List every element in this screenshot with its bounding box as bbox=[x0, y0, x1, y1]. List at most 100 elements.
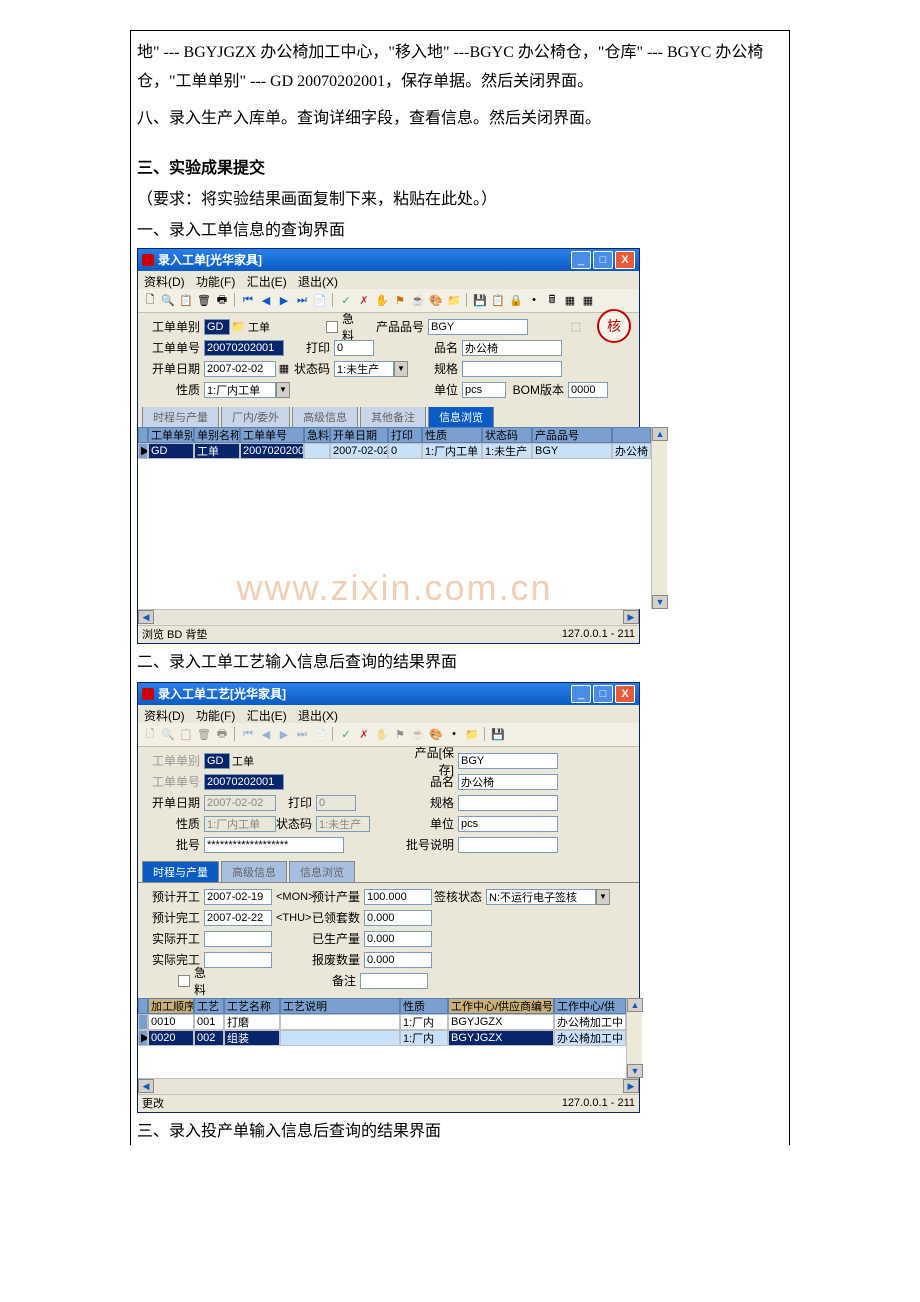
input-yjcl[interactable]: 100.000 bbox=[364, 889, 432, 905]
col-dbmc[interactable]: 单别名称 bbox=[194, 427, 240, 443]
save-icon[interactable]: 💾 bbox=[490, 726, 506, 742]
col-jgsx[interactable]: 加工顺序 bbox=[148, 998, 194, 1014]
input-bfsl[interactable]: 0.000 bbox=[364, 952, 432, 968]
input-ztm[interactable]: 1:未生产 bbox=[334, 361, 394, 377]
list-icon[interactable]: 📋 bbox=[490, 292, 506, 308]
maximize-button[interactable]: □ bbox=[593, 251, 613, 269]
input-yjwg[interactable]: 2007-02-22 bbox=[204, 910, 272, 926]
input-cpph[interactable]: BGY bbox=[458, 753, 558, 769]
titlebar[interactable]: 录入工单工艺[光华家具] _ □ X bbox=[138, 683, 639, 705]
menu-data[interactable]: 资料(D) bbox=[144, 709, 185, 723]
scroll-right-icon[interactable]: ▶ bbox=[623, 610, 639, 624]
col-gysm[interactable]: 工艺说明 bbox=[280, 998, 400, 1014]
input-gddh[interactable]: 20070202001 bbox=[204, 340, 284, 356]
grid-icon[interactable]: ▦ bbox=[562, 292, 578, 308]
calc-icon[interactable]: 🖩 bbox=[544, 292, 560, 308]
scrollbar-v[interactable]: ▲ ▼ bbox=[626, 998, 642, 1078]
col-dy[interactable]: 打印 bbox=[388, 427, 422, 443]
col-jl[interactable]: 急料 bbox=[304, 427, 330, 443]
scrollbar-v[interactable]: ▲ ▼ bbox=[651, 427, 667, 609]
print-icon[interactable]: 🖶 bbox=[214, 292, 230, 308]
grid-row[interactable]: ▶ GD 工单 20070202001 2007-02-02 0 1:厂内工单 … bbox=[138, 443, 651, 459]
tab-inout[interactable]: 厂内/委外 bbox=[221, 406, 290, 427]
tree-icon[interactable]: ⬚ bbox=[568, 319, 584, 335]
scroll-left-icon[interactable]: ◀ bbox=[138, 1079, 154, 1093]
palette-icon[interactable]: 🎨 bbox=[428, 292, 444, 308]
dot-icon[interactable]: • bbox=[526, 292, 542, 308]
input-qhzt[interactable]: N:不运行电子签核 bbox=[486, 889, 596, 905]
input-dw[interactable]: pcs bbox=[462, 382, 506, 398]
input-gg[interactable] bbox=[462, 361, 562, 377]
menu-export[interactable]: 汇出(E) bbox=[247, 275, 287, 289]
maximize-button[interactable]: □ bbox=[593, 685, 613, 703]
scrollbar-h[interactable]: ◀ ▶ bbox=[138, 609, 639, 625]
checkbox-jl2[interactable] bbox=[178, 975, 190, 987]
palette-icon[interactable]: 🎨 bbox=[428, 726, 444, 742]
input-ysc[interactable]: 0.000 bbox=[364, 931, 432, 947]
grid-row[interactable]: 0010 001 打磨 1:厂内 BGYJGZX 办公椅加工中 bbox=[138, 1014, 626, 1030]
tab-schedule[interactable]: 时程与产量 bbox=[142, 861, 219, 882]
col-xz[interactable]: 性质 bbox=[422, 427, 482, 443]
scroll-track[interactable] bbox=[154, 610, 623, 624]
lookup-icon[interactable]: 📁 bbox=[230, 319, 246, 335]
dropdown-ztm[interactable]: ▼ bbox=[394, 361, 408, 377]
col-cpph[interactable]: 产品品号 bbox=[532, 427, 612, 443]
hand-icon[interactable]: ✋ bbox=[374, 292, 390, 308]
doc-icon[interactable]: 📄 bbox=[312, 292, 328, 308]
input-ph[interactable]: ******************* bbox=[204, 837, 344, 853]
tab-browse[interactable]: 信息浏览 bbox=[428, 406, 494, 427]
input-dw[interactable]: pcs bbox=[458, 816, 558, 832]
check-icon[interactable]: ✓ bbox=[338, 726, 354, 742]
menu-func[interactable]: 功能(F) bbox=[196, 275, 235, 289]
scroll-down-icon[interactable]: ▼ bbox=[627, 1064, 643, 1078]
col-gdlb[interactable]: 工单单别 bbox=[148, 427, 194, 443]
x-icon[interactable]: ✗ bbox=[356, 292, 372, 308]
copy-icon[interactable]: 📋 bbox=[178, 292, 194, 308]
tab-schedule[interactable]: 时程与产量 bbox=[142, 406, 219, 427]
menu-exit[interactable]: 退出(X) bbox=[298, 709, 338, 723]
scroll-right-icon[interactable]: ▶ bbox=[623, 1079, 639, 1093]
col-gymc[interactable]: 工艺名称 bbox=[224, 998, 280, 1014]
input-cpph[interactable]: BGY bbox=[428, 319, 528, 335]
col-xz[interactable]: 性质 bbox=[400, 998, 448, 1014]
input-kdrq[interactable]: 2007-02-02 bbox=[204, 361, 276, 377]
input-xz[interactable]: 1:厂内工单 bbox=[204, 382, 276, 398]
menubar[interactable]: 资料(D) 功能(F) 汇出(E) 退出(X) bbox=[138, 705, 639, 723]
col-gzzx2[interactable]: 工作中心/供 bbox=[554, 998, 626, 1014]
input-pm[interactable]: 办公椅 bbox=[458, 774, 558, 790]
input-gddh[interactable]: 20070202001 bbox=[204, 774, 284, 790]
input-sjkg[interactable] bbox=[204, 931, 272, 947]
flag-icon[interactable]: ⚑ bbox=[392, 292, 408, 308]
input-gg[interactable] bbox=[458, 795, 558, 811]
input-yjkg[interactable]: 2007-02-19 bbox=[204, 889, 272, 905]
scroll-up-icon[interactable]: ▲ bbox=[627, 998, 643, 1012]
checkbox-jl[interactable] bbox=[326, 321, 338, 333]
calendar-icon[interactable]: ▦ bbox=[276, 361, 292, 377]
close-button[interactable]: X bbox=[615, 685, 635, 703]
input-bz[interactable] bbox=[360, 973, 428, 989]
scroll-up-icon[interactable]: ▲ bbox=[652, 427, 668, 441]
grid2-icon[interactable]: ▦ bbox=[580, 292, 596, 308]
input-gdlb[interactable]: GD bbox=[204, 319, 230, 335]
grid-row[interactable]: ▶ 0020 002 组装 1:厂内 BGYJGZX 办公椅加工中 bbox=[138, 1030, 626, 1046]
check-icon[interactable]: ✓ bbox=[338, 292, 354, 308]
tab-advanced[interactable]: 高级信息 bbox=[292, 406, 358, 427]
search-icon[interactable]: 🔍 bbox=[160, 292, 176, 308]
new-icon[interactable]: 🗋 bbox=[142, 292, 158, 308]
save-icon[interactable]: 💾 bbox=[472, 292, 488, 308]
x-icon[interactable]: ✗ bbox=[356, 726, 372, 742]
col-kdrq[interactable]: 开单日期 bbox=[330, 427, 388, 443]
menu-exit[interactable]: 退出(X) bbox=[298, 275, 338, 289]
input-ylts[interactable]: 0.000 bbox=[364, 910, 432, 926]
menu-export[interactable]: 汇出(E) bbox=[247, 709, 287, 723]
first-icon[interactable]: ⏮ bbox=[240, 292, 256, 308]
col-pm[interactable] bbox=[612, 427, 651, 443]
lock-icon[interactable]: 🔒 bbox=[508, 292, 524, 308]
scroll-down-icon[interactable]: ▼ bbox=[652, 595, 668, 609]
dot-icon[interactable]: • bbox=[446, 726, 462, 742]
minimize-button[interactable]: _ bbox=[571, 685, 591, 703]
menu-data[interactable]: 资料(D) bbox=[144, 275, 185, 289]
tab-advanced[interactable]: 高级信息 bbox=[221, 861, 287, 882]
dropdown-xz[interactable]: ▼ bbox=[276, 382, 290, 398]
col-gzzx[interactable]: 工作中心/供应商编号 bbox=[448, 998, 554, 1014]
